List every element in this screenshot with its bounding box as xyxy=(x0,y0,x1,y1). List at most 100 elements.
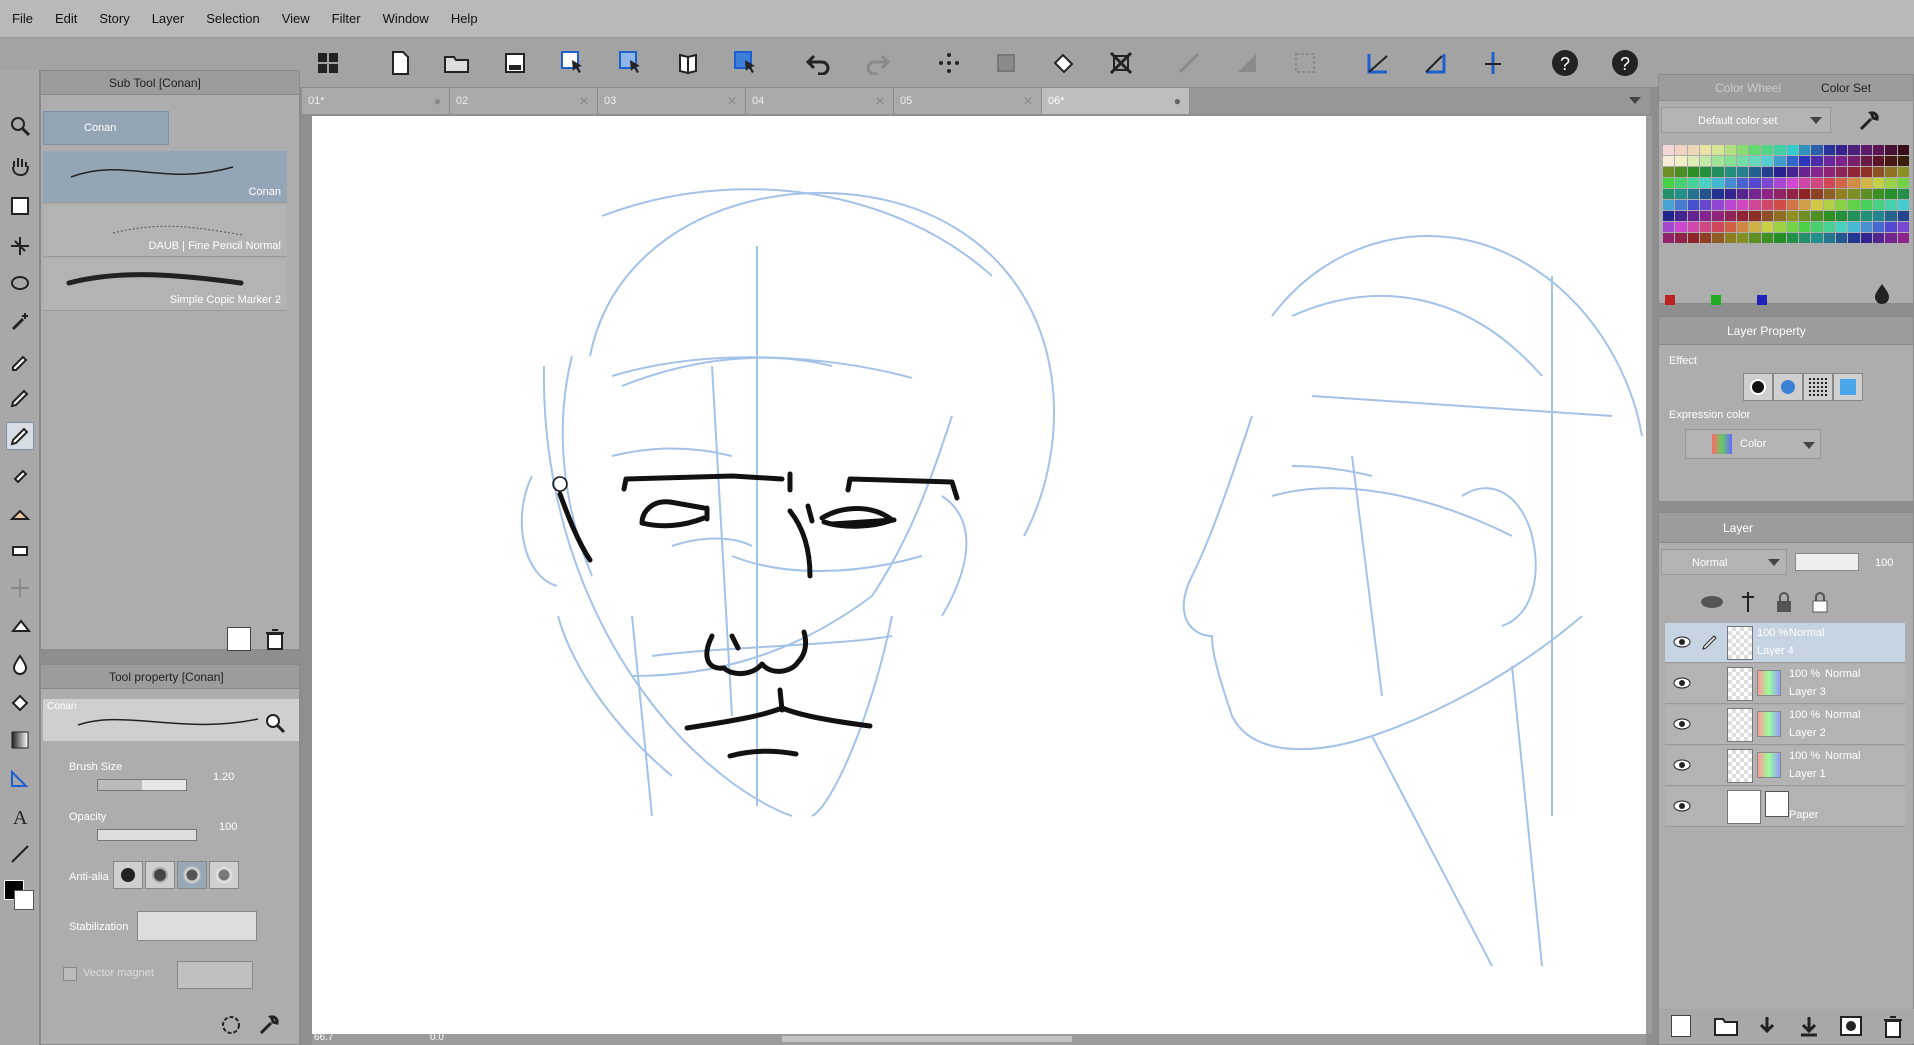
color-swatch[interactable] xyxy=(1872,145,1885,155)
color-set-select[interactable]: Default color set xyxy=(1661,107,1831,133)
tab-close-icon[interactable]: ✕ xyxy=(1023,94,1033,108)
color-swatch[interactable] xyxy=(1885,189,1897,199)
move-icon[interactable] xyxy=(6,232,34,260)
eye-icon[interactable] xyxy=(1673,676,1691,693)
color-swatch[interactable] xyxy=(1835,189,1848,199)
tab-04[interactable]: 04 ✕ xyxy=(746,88,894,114)
color-swatch[interactable] xyxy=(1675,222,1687,232)
hand-icon[interactable] xyxy=(6,152,34,180)
color-swatch[interactable] xyxy=(1761,233,1774,243)
color-swatch[interactable] xyxy=(1823,200,1835,210)
color-swatch[interactable] xyxy=(1872,156,1885,166)
color-swatch[interactable] xyxy=(1687,189,1700,199)
effect-tone-button[interactable] xyxy=(1773,373,1803,401)
color-swatch[interactable] xyxy=(1835,145,1848,155)
vector-magnet-checkbox[interactable] xyxy=(63,967,77,981)
color-drop-icon[interactable] xyxy=(1869,281,1895,307)
tab-close-icon[interactable]: ✕ xyxy=(727,94,737,108)
blend-icon[interactable] xyxy=(6,574,34,602)
color-swatch[interactable] xyxy=(1811,167,1823,177)
tab-close-icon[interactable]: ✕ xyxy=(579,94,589,108)
menu-edit[interactable]: Edit xyxy=(55,11,77,26)
brush-size-slider[interactable] xyxy=(97,779,187,791)
book-icon[interactable] xyxy=(673,48,703,78)
layer-row[interactable]: 100 % Normal Layer 4 xyxy=(1665,623,1905,663)
open-folder-icon[interactable] xyxy=(442,48,472,78)
color-swatch[interactable] xyxy=(1700,156,1712,166)
color-swatch[interactable] xyxy=(1687,233,1700,243)
color-swatch[interactable] xyxy=(1712,167,1724,177)
color-swatch[interactable] xyxy=(1897,222,1909,232)
color-swatch[interactable] xyxy=(1885,222,1897,232)
sub-tool-item[interactable]: Conan xyxy=(43,151,287,203)
color-swatch[interactable] xyxy=(1700,189,1712,199)
antialias-none-button[interactable] xyxy=(113,861,143,889)
color-swatch[interactable] xyxy=(1749,145,1761,155)
new-sub-tool-icon[interactable] xyxy=(227,627,251,651)
transform-icon[interactable] xyxy=(991,48,1021,78)
color-swatch[interactable] xyxy=(1872,200,1885,210)
expression-color-select[interactable]: Color xyxy=(1685,429,1821,459)
color-swatch[interactable] xyxy=(1663,145,1675,155)
color-swatch[interactable] xyxy=(1872,233,1885,243)
color-swatch[interactable] xyxy=(1761,167,1774,177)
color-swatch[interactable] xyxy=(1860,156,1872,166)
brush-size-value[interactable]: 1.20 xyxy=(213,771,234,783)
layer-row[interactable]: 100 % Normal Layer 1 xyxy=(1665,746,1905,786)
color-swatch[interactable] xyxy=(1811,222,1823,232)
color-swatch[interactable] xyxy=(1761,222,1774,232)
stabilization-slider[interactable] xyxy=(137,911,257,941)
ruler-icon[interactable] xyxy=(1363,48,1393,78)
color-swatch[interactable] xyxy=(1687,222,1700,232)
color-swatch[interactable] xyxy=(1860,145,1872,155)
color-swatch[interactable] xyxy=(1724,145,1737,155)
text-icon[interactable]: A xyxy=(6,802,34,830)
antialias-medium-button[interactable] xyxy=(177,861,207,889)
gradient-icon[interactable] xyxy=(6,726,34,754)
color-swatch[interactable] xyxy=(1749,178,1761,188)
color-swatch[interactable] xyxy=(1687,178,1700,188)
zoom-readout[interactable]: 66.7 xyxy=(314,1032,333,1043)
layer-row[interactable]: 100 % Normal Layer 2 xyxy=(1665,705,1905,745)
select-arrow-3-icon[interactable] xyxy=(731,48,761,78)
color-swatch[interactable] xyxy=(1663,222,1675,232)
color-swatch[interactable] xyxy=(1872,167,1885,177)
sub-color-swatch[interactable] xyxy=(14,890,34,910)
correct-line-icon[interactable] xyxy=(6,840,34,868)
effect-border-button[interactable] xyxy=(1743,373,1773,401)
redo-icon[interactable] xyxy=(862,48,892,78)
color-swatch[interactable] xyxy=(1798,233,1811,243)
color-swatch[interactable] xyxy=(1749,222,1761,232)
color-swatch[interactable] xyxy=(1687,156,1700,166)
menu-selection[interactable]: Selection xyxy=(206,11,259,26)
tab-color-wheel[interactable]: Color Wheel xyxy=(1715,81,1781,95)
tab-06[interactable]: 06* ● xyxy=(1042,88,1190,114)
color-swatch[interactable] xyxy=(1848,222,1860,232)
color-swatch[interactable] xyxy=(1897,156,1909,166)
new-raster-layer-icon[interactable] xyxy=(1671,1015,1691,1037)
color-swatch[interactable] xyxy=(1897,211,1909,221)
color-swatch[interactable] xyxy=(1885,233,1897,243)
color-swatch[interactable] xyxy=(1885,211,1897,221)
color-swatch[interactable] xyxy=(1811,178,1823,188)
color-swatch[interactable] xyxy=(1737,167,1749,177)
undo-icon[interactable] xyxy=(804,48,834,78)
color-swatch[interactable] xyxy=(1761,200,1774,210)
tab-close-icon[interactable]: ● xyxy=(434,94,441,108)
color-swatch[interactable] xyxy=(1811,233,1823,243)
color-swatch[interactable] xyxy=(1700,145,1712,155)
color-swatch[interactable] xyxy=(1737,233,1749,243)
color-swatch[interactable] xyxy=(1872,189,1885,199)
tab-menu-chevron-down-icon[interactable] xyxy=(1620,88,1650,114)
select-arrow-2-icon[interactable] xyxy=(616,48,646,78)
antialias-strong-button[interactable] xyxy=(209,861,239,889)
menu-file[interactable]: File xyxy=(12,11,33,26)
help-icon[interactable]: ? xyxy=(1550,48,1580,78)
eye-icon[interactable] xyxy=(1673,717,1691,734)
color-swatch[interactable] xyxy=(1724,167,1737,177)
settings-icon[interactable] xyxy=(217,1011,245,1039)
color-swatch[interactable] xyxy=(1687,167,1700,177)
color-swatch[interactable] xyxy=(1724,189,1737,199)
color-swatch[interactable] xyxy=(1712,145,1724,155)
color-swatch[interactable] xyxy=(1712,233,1724,243)
